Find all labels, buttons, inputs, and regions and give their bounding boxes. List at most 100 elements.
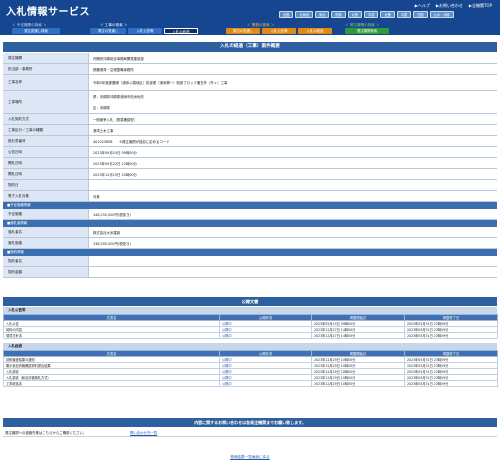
main-menu: ＜ 予定機関の検索 ＞ ＜ 工事の検索 ＞ ＜ 業務の検索 ＞ ＜ 発注機関の検… [0, 22, 500, 35]
posting-start: 2023年12月29日 10時00分 [311, 380, 405, 387]
document-link[interactable]: 公開中 [219, 380, 312, 387]
tab-service-notices[interactable]: 入札公告等 [262, 28, 296, 34]
detail-value [88, 267, 497, 277]
location-value-2: 区：沖縄県 [93, 106, 110, 110]
public-documents-title: 公開文書 [3, 297, 497, 306]
detail-value: 401023658 ※発注機関が独自に定めるコード [88, 136, 497, 146]
tab-service-outlook[interactable]: 発注の見通し [226, 28, 260, 34]
region-tab-kinki[interactable]: 近畿 [380, 11, 395, 18]
region-tab-hokuriku[interactable]: 北陸 [347, 11, 363, 18]
office-value: 那覇港湾・空港整備事務所 [93, 67, 134, 72]
notice-docs-title: 入札公告等 [3, 307, 497, 314]
tab-construction-results[interactable]: 入札の経過 [164, 28, 198, 34]
region-tab-zenkoku[interactable]: 全国 [279, 11, 294, 18]
detail-row: 契約者名 [3, 256, 497, 267]
section-winner: ■落札者情報 [3, 220, 497, 227]
all-agencies-top-link[interactable]: ▶全機関TOP [469, 3, 492, 9]
site-title: 入札情報サービス [6, 7, 90, 18]
tab-service-results[interactable]: 入札の経過 [298, 28, 332, 34]
detail-value: 那覇港湾・空港整備事務所 [88, 64, 497, 74]
detail-row: 入札契約方式 一般競争入札（簡易確認型） [3, 114, 497, 125]
region-tab-tohoku[interactable]: 東北 [314, 11, 330, 18]
posting-end: 2023年05月31日 23時59分 [404, 332, 498, 339]
posting-start: 2023年12月27日 14時50分 [311, 332, 405, 339]
document-link[interactable]: 公開中 [219, 332, 312, 339]
contract-method-value: 一般競争入札（簡易確認型） [93, 117, 138, 122]
opening-date-value: 2023年09月22日 12時00分 [93, 161, 137, 166]
detail-label: 担当部・事務所 [3, 64, 88, 74]
detail-row: 契約金額 [3, 267, 497, 278]
region-tab-hokkaido[interactable]: 北海道 [295, 11, 313, 18]
winning-price-value: 138,000,000円(税抜き) [93, 241, 131, 246]
contact-text: 発注機関への連絡先等はこちらからご確認ください。 [5, 430, 87, 435]
detail-row: 公告日時 2023年09月15日 09時00分 [3, 147, 497, 158]
detail-label: 落札者名 [3, 227, 88, 237]
section-contract: ■契約情報 [3, 249, 497, 256]
detail-label: 工事名称 [3, 75, 88, 90]
winner-name-value: 株式会社大米建設 [93, 230, 121, 235]
detail-row: 工事名称 令和5年度那覇港（浦添ふ頭地区）防波堤（浦添第一）既設ブロック撤去外（… [3, 75, 497, 91]
detail-label: 契約日 [3, 180, 88, 190]
tab-construction-notices[interactable]: 入札公告等 [128, 28, 162, 34]
header-bar: 入札情報サービス ▶ヘルプ ▶お問い合わせ ▶全機関TOP 全国 北海道 東北 … [0, 0, 500, 22]
contact-list-link[interactable]: 問い合わせ先一覧 [130, 430, 157, 435]
contact-link[interactable]: ▶お問い合わせ [436, 3, 463, 9]
detail-label: 公告日時 [3, 147, 88, 157]
detail-label: 契約金額 [3, 267, 88, 277]
utility-links: ▶ヘルプ ▶お問い合わせ ▶全機関TOP [415, 3, 492, 9]
back-to-results-link[interactable]: 検索結果一覧画面に戻る [0, 455, 500, 460]
tab-plan-search[interactable]: 発注見通し検索 [12, 28, 60, 34]
table-row: 環境方針書 公開中 2023年12月27日 14時50分 2023年05月31日… [3, 332, 498, 339]
table-row: 工事総括書 公開中 2023年12月29日 10時00分 2023年05月31日… [3, 380, 498, 387]
notice-docs-table: 文書名 公開状況 掲載開始日 掲載終了日 入札公告 公開中 2023年09月15… [3, 314, 498, 339]
e-bidding-value: 対象 [93, 194, 100, 199]
detail-value: 対象 [88, 191, 497, 201]
region-tab-kyushu-okinawa[interactable]: 九州・沖縄 [429, 11, 454, 18]
detail-value: 令和5年度那覇港（浦添ふ頭地区）防波堤（浦添第一）既設ブロック撤去外（外ヶ）工事 [88, 75, 497, 90]
notice-date-value: 2023年09月15日 09時00分 [93, 150, 137, 155]
detail-label: 開札日時 [3, 169, 88, 179]
detail-row: 工事区分／工事の種類 港湾土木工事 [3, 125, 497, 136]
region-tab-kanto[interactable]: 関東 [331, 11, 346, 18]
detail-row: 契約日 [3, 180, 497, 191]
estimated-price-value: 148,250,000円(税抜き) [93, 212, 131, 217]
detail-row: 発注機関 内閣府沖縄総合事務局開発建設部 [3, 53, 497, 64]
detail-value: 148,250,000円(税抜き) [88, 209, 497, 219]
detail-row: 予定価格 148,250,000円(税抜き) [3, 209, 497, 220]
project-name-value: 令和5年度那覇港（浦添ふ頭地区）防波堤（浦添第一）既設ブロック撤去外（外ヶ）工事 [93, 81, 228, 85]
help-link[interactable]: ▶ヘルプ [415, 3, 430, 9]
detail-row: 工事場所 県：沖縄県沖縄県浦添市西洲地先 区：沖縄県 [3, 91, 497, 114]
location-value: 県：沖縄県沖縄県浦添市西洲地先 [93, 95, 144, 99]
detail-value: 2023年12月15日 10時00分 [88, 169, 497, 179]
detail-value: 138,000,000円(税抜き) [88, 238, 497, 248]
detail-label: 落札価格 [3, 238, 88, 248]
detail-row: 電子入札対象 対象 [3, 191, 497, 202]
design-number-value: 401023658 ※発注機関が独自に定めるコード [93, 139, 170, 144]
detail-row: 落札者名 株式会社大米建設 [3, 227, 497, 238]
detail-label: 入札契約方式 [3, 114, 88, 124]
contact-notice: 内容に関するお問い合わせは各発注機関までお願い致します。 [3, 418, 497, 427]
region-tab-chubu[interactable]: 中部 [364, 11, 379, 18]
detail-label: 電子入札対象 [3, 191, 88, 201]
work-type-value: 港湾土木工事 [93, 128, 114, 133]
detail-value [88, 180, 497, 190]
region-tab-shikoku[interactable]: 四国 [413, 11, 428, 18]
public-documents: 公開文書 入札公告等 文書名 公開状況 掲載開始日 掲載終了日 入札公告 公開中… [3, 297, 498, 387]
detail-label: 設計書番号 [3, 136, 88, 146]
detail-value: 2023年09月15日 09時00分 [88, 147, 497, 157]
section-estimated-price: ■予定価格情報 [3, 202, 497, 209]
detail-value: 2023年09月22日 12時00分 [88, 158, 497, 168]
detail-value: 県：沖縄県沖縄県浦添市西洲地先 区：沖縄県 [88, 91, 497, 113]
tab-construction-outlook[interactable]: 発注の見通し [90, 28, 126, 34]
detail-value: 港湾土木工事 [88, 125, 497, 135]
detail-value: 一般競争入札（簡易確認型） [88, 114, 497, 124]
result-docs-table: 文書名 公開状況 掲載開始日 掲載終了日 技術審査結果の通知 公開中 2023年… [3, 350, 498, 387]
detail-label: 予定価格 [3, 209, 88, 219]
detail-row: 担当部・事務所 那覇港湾・空港整備事務所 [3, 64, 497, 75]
opening-date-2-value: 2023年12月15日 10時00分 [93, 172, 137, 177]
detail-label: 工事場所 [3, 91, 88, 113]
tab-agency-search[interactable]: 発注機関検索 [345, 28, 389, 34]
region-tab-chugoku[interactable]: 中国 [396, 11, 412, 18]
document-name: 環境方針書 [3, 332, 220, 339]
detail-row: 開札日時 2023年12月15日 10時00分 [3, 169, 497, 180]
